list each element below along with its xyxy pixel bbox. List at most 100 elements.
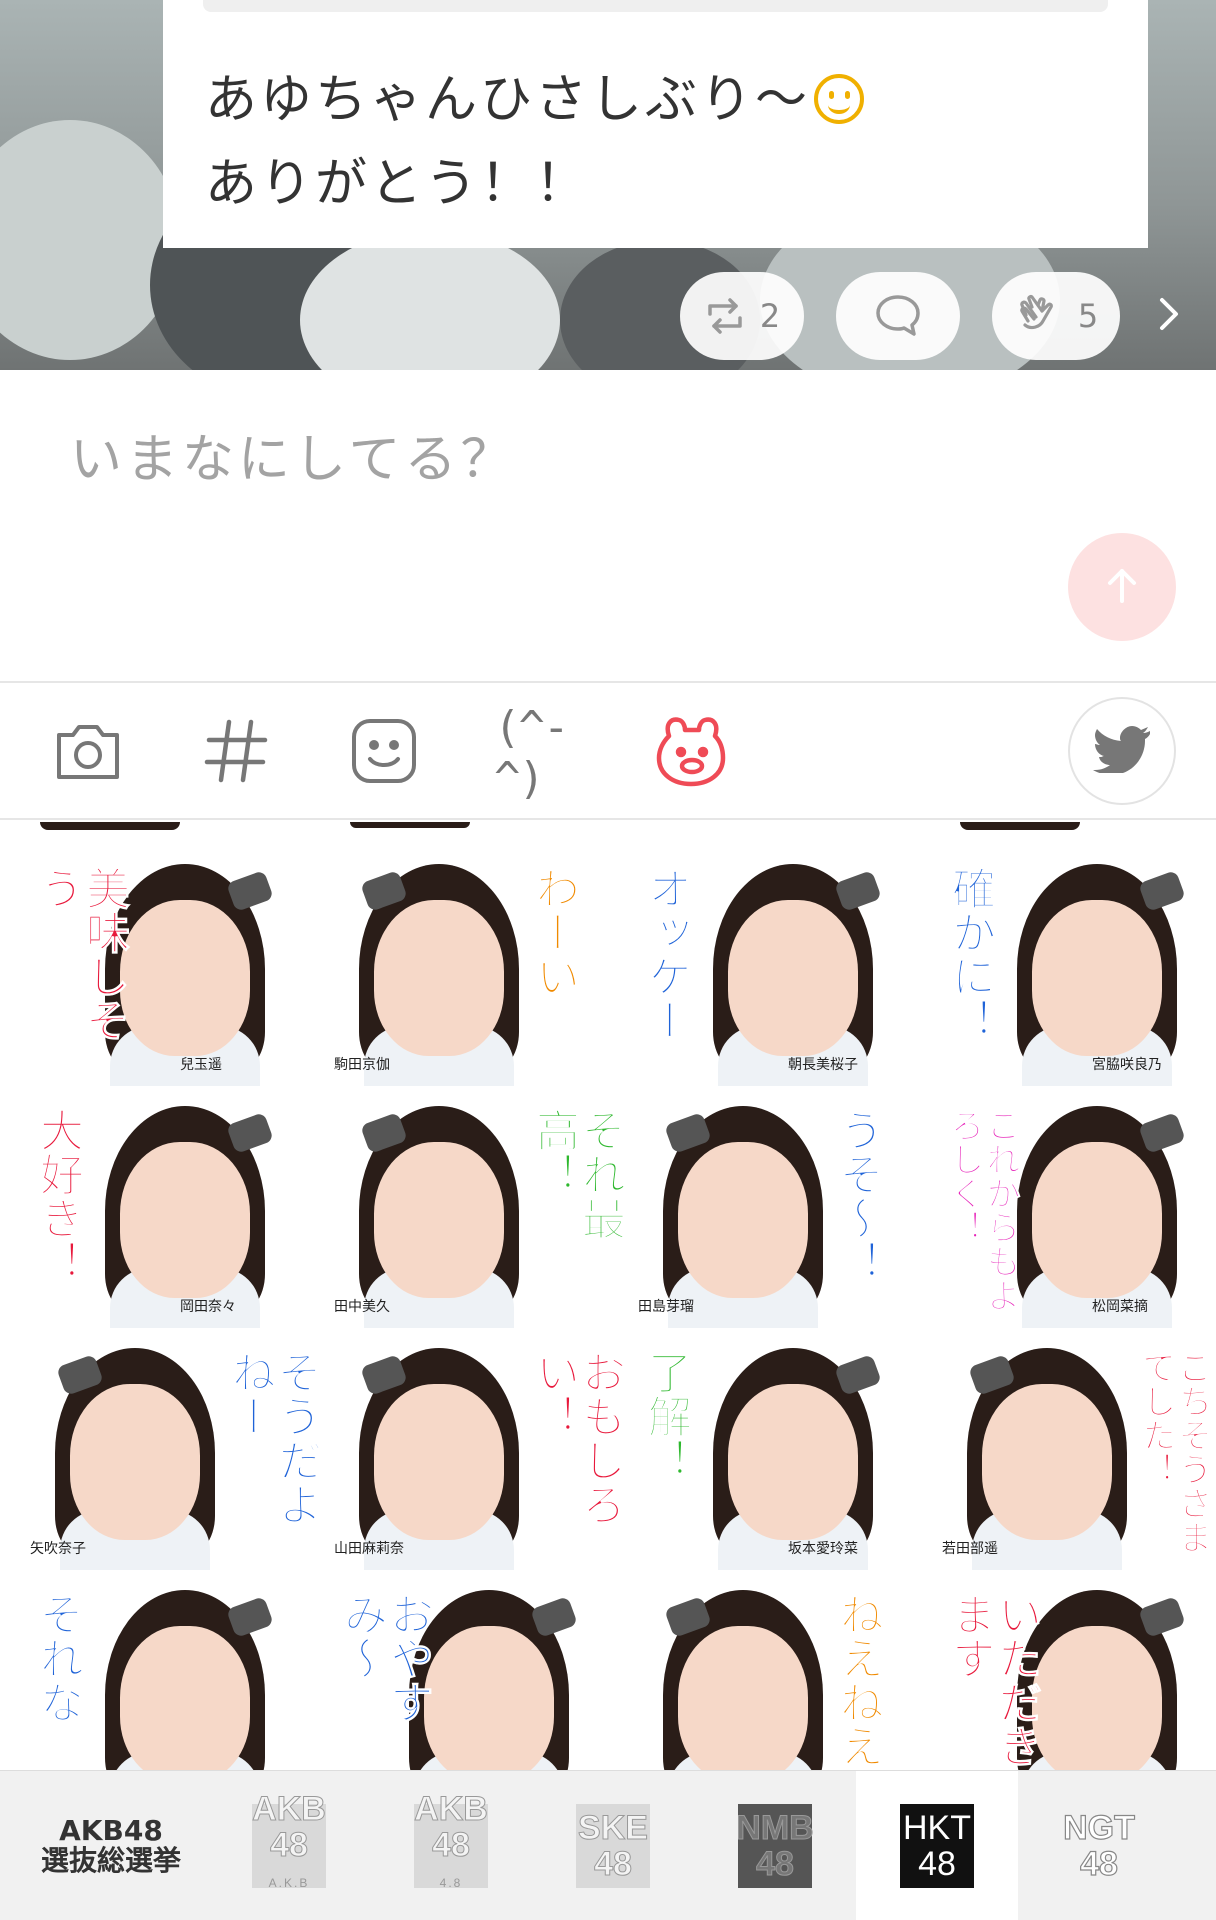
sticker-member-signature: 駒田京伽 <box>334 1057 390 1073</box>
compose-toolbar: (^-^) <box>0 683 1216 820</box>
sticker-hair-bow <box>226 1596 274 1638</box>
tab-akb48-a[interactable]: AKB 48 A.K.B <box>208 1771 370 1920</box>
retweet-count: 2 <box>759 297 781 335</box>
sticker-item[interactable]: これからもよろしく！ 松岡菜摘 <box>942 1100 1212 1328</box>
sticker-button[interactable] <box>650 713 734 793</box>
sticker-item[interactable]: オッケー朝長美桜子 <box>638 858 908 1086</box>
sticker-face <box>728 900 858 1056</box>
sticker-item[interactable]: わーい 駒田京伽 <box>334 858 604 1086</box>
send-button[interactable] <box>1068 533 1176 641</box>
chevron-right-icon[interactable] <box>1148 290 1188 338</box>
tab-label-line2: 48 <box>270 1826 309 1864</box>
kaomoji-button[interactable]: (^-^) <box>494 702 594 804</box>
sticker-item[interactable]: それ最高！ 田中美久 <box>334 1100 626 1328</box>
tab-ske48[interactable]: SKE 48 <box>532 1771 694 1920</box>
sticker-member-signature: 朝長美桜子 <box>788 1057 858 1073</box>
sticker-face <box>120 1142 250 1298</box>
sticker-item[interactable]: それな <box>30 1584 300 1770</box>
sticker-face <box>120 900 250 1056</box>
tab-ngt48[interactable]: NGT 48 <box>1018 1771 1180 1920</box>
sticker-face <box>982 1384 1112 1540</box>
sticker-phrase: オッケー <box>640 866 692 1043</box>
sticker-member-signature: 松岡菜摘 <box>1092 1299 1148 1315</box>
hashtag-button[interactable] <box>194 713 278 793</box>
emoji-icon <box>348 715 420 791</box>
sticker-member-signature: 岡田奈々 <box>180 1299 236 1315</box>
sticker-phrase: おやすみ〜 <box>336 1592 434 1725</box>
comment-icon <box>874 293 922 339</box>
tab-label-line2: 選抜総選挙 <box>40 1844 181 1877</box>
send-arrow-icon <box>1100 563 1144 611</box>
comment-button[interactable] <box>836 272 960 360</box>
akb48-logo: AKB 48 4.8 <box>414 1791 489 1891</box>
clap-button[interactable]: 5 <box>992 272 1120 360</box>
sticker-phrase: ねえねえ <box>832 1592 884 1769</box>
sticker-item[interactable]: うそ〜！ 田島芽瑠 <box>638 1100 908 1328</box>
clap-icon <box>1014 291 1064 341</box>
post-text-line-1: あゆちゃんひさしぶり〜 <box>205 70 811 130</box>
clap-count: 5 <box>1077 297 1099 335</box>
post-card-top-bar <box>203 0 1108 12</box>
hashtag-icon <box>201 716 271 790</box>
emoji-button[interactable] <box>342 713 426 793</box>
tab-akb48-b[interactable]: AKB 48 4.8 <box>370 1771 532 1920</box>
tab-akb48-election[interactable]: AKB48 選抜総選挙 <box>30 1771 192 1920</box>
post-text-line-2: ありがとう！！ <box>205 154 591 214</box>
retweet-button[interactable]: 2 <box>680 272 804 360</box>
ngt48-logo: NGT 48 <box>1062 1804 1136 1888</box>
sticker-phrase: これからもよろしく！ <box>944 1108 1021 1313</box>
sticker-member-signature: 宮脇咲良乃 <box>1092 1057 1162 1073</box>
sticker-phrase: うそ〜！ <box>832 1108 884 1285</box>
sticker-face <box>374 1142 504 1298</box>
sticker-item[interactable]: おやすみ〜 <box>334 1584 604 1770</box>
sticker-hair-bow <box>834 1354 882 1396</box>
tab-label-line2: 48 <box>1079 1845 1118 1883</box>
sticker-item[interactable]: 確かに！ 宮脇咲良乃 <box>942 858 1212 1086</box>
sticker-phrase: 美味しそう <box>32 866 130 1043</box>
sticker-phrase: 大好き！ <box>32 1108 84 1285</box>
sticker-phrase: それ最高！ <box>528 1108 626 1241</box>
sticker-item[interactable]: 大好き！ 岡田奈々 <box>30 1100 300 1328</box>
twitter-icon <box>1093 725 1151 777</box>
sticker-item[interactable]: 美味しそう兒玉遥 <box>30 858 300 1086</box>
sticker-item[interactable]: いただきます <box>942 1584 1212 1770</box>
tab-label-line1: AKB <box>414 1790 489 1828</box>
sticker-face <box>374 900 504 1056</box>
tab-hkt48[interactable]: HKT 48 <box>856 1771 1018 1920</box>
sticker-face <box>1032 900 1162 1056</box>
sticker-item[interactable]: ねえねえ <box>638 1584 908 1770</box>
sticker-face <box>728 1384 858 1540</box>
sticker-phrase: おもしろい！ <box>528 1350 626 1527</box>
sticker-face <box>678 1142 808 1298</box>
tab-label-sub: A.K.B <box>268 1876 310 1890</box>
partial-sticker-row <box>0 822 1216 832</box>
tab-label-line1: AKB <box>252 1790 327 1828</box>
tab-nmb48[interactable]: NMB 48 <box>694 1771 856 1920</box>
akb48-election-logo: AKB48 選抜総選挙 <box>41 1816 181 1876</box>
sticker-member-signature: 田島芽瑠 <box>638 1299 694 1315</box>
hkt48-logo: HKT 48 <box>900 1804 974 1888</box>
sticker-hair-bow <box>1138 1596 1186 1638</box>
sticker-member-signature: 田中美久 <box>334 1299 390 1315</box>
sticker-member-signature: 山田麻莉奈 <box>334 1541 404 1557</box>
post-text: あゆちゃんひさしぶり〜 ありがとう！！ <box>205 58 865 226</box>
app-root: あゆちゃんひさしぶり〜 ありがとう！！ 2 5 いまなにしてる？ (^-^) 美… <box>0 0 1216 1920</box>
camera-button[interactable] <box>46 713 130 793</box>
compose-input[interactable] <box>70 420 970 500</box>
sticker-phrase: 了解！ <box>640 1350 692 1483</box>
sticker-hair-bow <box>834 870 882 912</box>
sticker-group-tabs: AKB48 選抜総選挙 AKB 48 A.K.B AKB 48 4.8 SKE … <box>0 1770 1216 1920</box>
sticker-item[interactable]: ごちそうさまでした！ 若田部遥 <box>942 1342 1213 1570</box>
sticker-phrase: そうだよねー <box>224 1350 322 1527</box>
sticker-face <box>1032 1142 1162 1298</box>
sticker-phrase: ごちそうさまでした！ <box>1136 1350 1213 1555</box>
sticker-member-signature: 兒玉遥 <box>180 1057 222 1073</box>
tab-label-line2: 48 <box>756 1845 795 1883</box>
kaomoji-icon: (^-^) <box>494 702 569 804</box>
sticker-item[interactable]: おもしろい！ 山田麻莉奈 <box>334 1342 626 1570</box>
sticker-item[interactable]: そうだよねー 矢吹奈子 <box>30 1342 322 1570</box>
sticker-item[interactable]: 了解！ 坂本愛玲菜 <box>638 1342 908 1570</box>
sticker-face <box>1032 1626 1162 1770</box>
sticker-face <box>678 1626 808 1770</box>
twitter-share-button[interactable] <box>1068 697 1176 805</box>
